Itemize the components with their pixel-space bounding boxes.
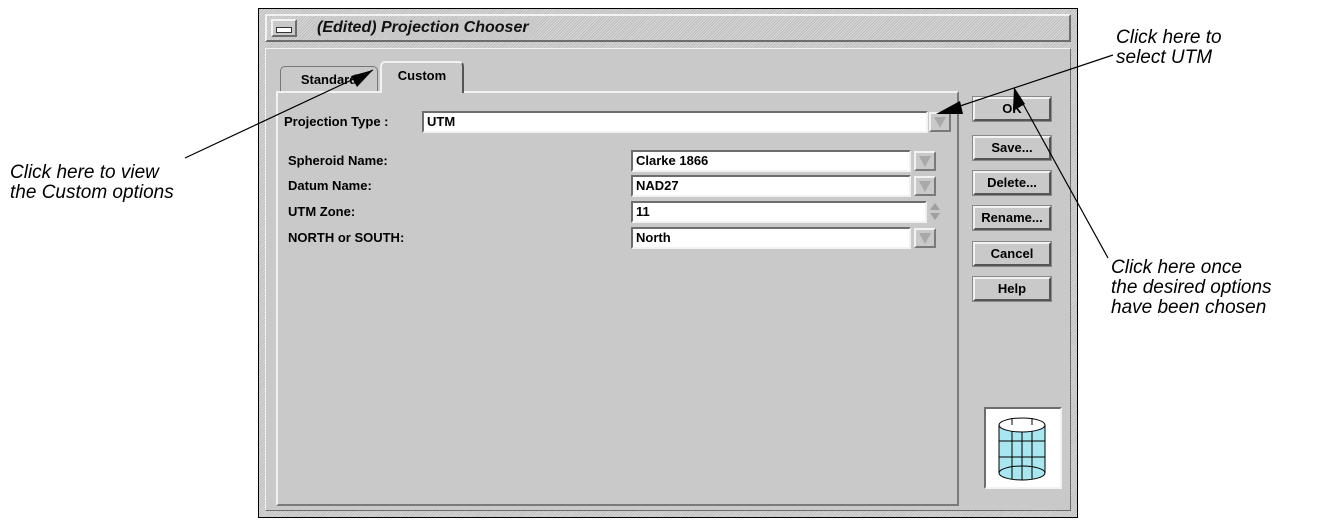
callout-line: select UTM <box>1116 47 1213 68</box>
help-button[interactable]: Help <box>972 276 1052 302</box>
callout-line: Click here to <box>1116 27 1222 48</box>
cylinder-projection-icon <box>984 407 1062 489</box>
utm-zone-field[interactable]: 11 <box>631 201 927 223</box>
projection-chooser-window: (Edited) Projection Chooser Standard Cus… <box>258 8 1078 518</box>
dialog-body: Standard Custom Projection Type : UTM Sp… <box>265 48 1071 511</box>
spheroid-name-label: Spheroid Name: <box>288 153 388 168</box>
projection-type-label: Projection Type : <box>284 114 389 129</box>
callout-line: the desired options <box>1111 277 1272 298</box>
datum-dropdown-icon[interactable] <box>914 176 936 196</box>
callout-line: Click here once <box>1111 257 1242 278</box>
projection-type-field[interactable]: UTM <box>422 111 928 133</box>
spheroid-dropdown-icon[interactable] <box>914 151 936 171</box>
title-bar[interactable]: (Edited) Projection Chooser <box>265 14 1071 42</box>
callout-ok-button: Click here once the desired options have… <box>1111 258 1272 318</box>
delete-button[interactable]: Delete... <box>972 170 1052 196</box>
utm-zone-spinner-icon[interactable] <box>928 201 942 223</box>
custom-panel: Projection Type : UTM Spheroid Name: Cla… <box>276 91 959 506</box>
utm-zone-label: UTM Zone: <box>288 204 356 219</box>
callout-line: the Custom options <box>10 182 174 203</box>
button-column: OK Save... Delete... Rename... Cancel He… <box>964 49 1068 509</box>
cylinder-projection-graphic <box>998 417 1046 481</box>
north-south-field[interactable]: North <box>631 227 911 249</box>
spinner-up-icon[interactable] <box>930 203 940 210</box>
north-south-dropdown-icon[interactable] <box>914 228 936 248</box>
save-button[interactable]: Save... <box>972 135 1052 161</box>
callout-select-utm: Click here to select UTM <box>1116 28 1222 68</box>
callout-line: have been chosen <box>1111 297 1267 318</box>
tab-custom[interactable]: Custom <box>380 61 464 93</box>
datum-name-label: Datum Name: <box>288 178 372 193</box>
north-south-label: NORTH or SOUTH: <box>288 230 405 245</box>
ok-button[interactable]: OK <box>972 96 1052 122</box>
window-menu-icon[interactable] <box>271 19 297 37</box>
rename-button[interactable]: Rename... <box>972 205 1052 231</box>
projection-type-dropdown-icon[interactable] <box>929 112 951 132</box>
cancel-button[interactable]: Cancel <box>972 241 1052 267</box>
spinner-down-icon[interactable] <box>930 213 940 220</box>
datum-name-field[interactable]: NAD27 <box>631 175 911 197</box>
window-title: (Edited) Projection Chooser <box>315 19 537 37</box>
callout-line: Click here to view <box>10 162 159 183</box>
spheroid-name-field[interactable]: Clarke 1866 <box>631 150 911 172</box>
tab-standard[interactable]: Standard <box>280 66 378 92</box>
callout-custom-tab: Click here to view the Custom options <box>10 163 174 203</box>
